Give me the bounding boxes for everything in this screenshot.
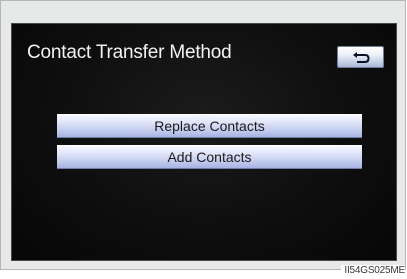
navigation-screen: Contact Transfer Method Replace Contacts…: [11, 23, 397, 261]
add-contacts-button[interactable]: Add Contacts: [57, 145, 362, 169]
back-arrow-icon: [352, 51, 370, 63]
display-frame: Contact Transfer Method Replace Contacts…: [0, 0, 406, 270]
replace-contacts-button[interactable]: Replace Contacts: [57, 114, 362, 138]
image-code-label: II54GS025ME: [341, 265, 405, 276]
replace-contacts-label: Replace Contacts: [154, 118, 265, 134]
add-contacts-label: Add Contacts: [167, 149, 252, 165]
back-button[interactable]: [337, 46, 384, 68]
page-title: Contact Transfer Method: [27, 42, 232, 63]
